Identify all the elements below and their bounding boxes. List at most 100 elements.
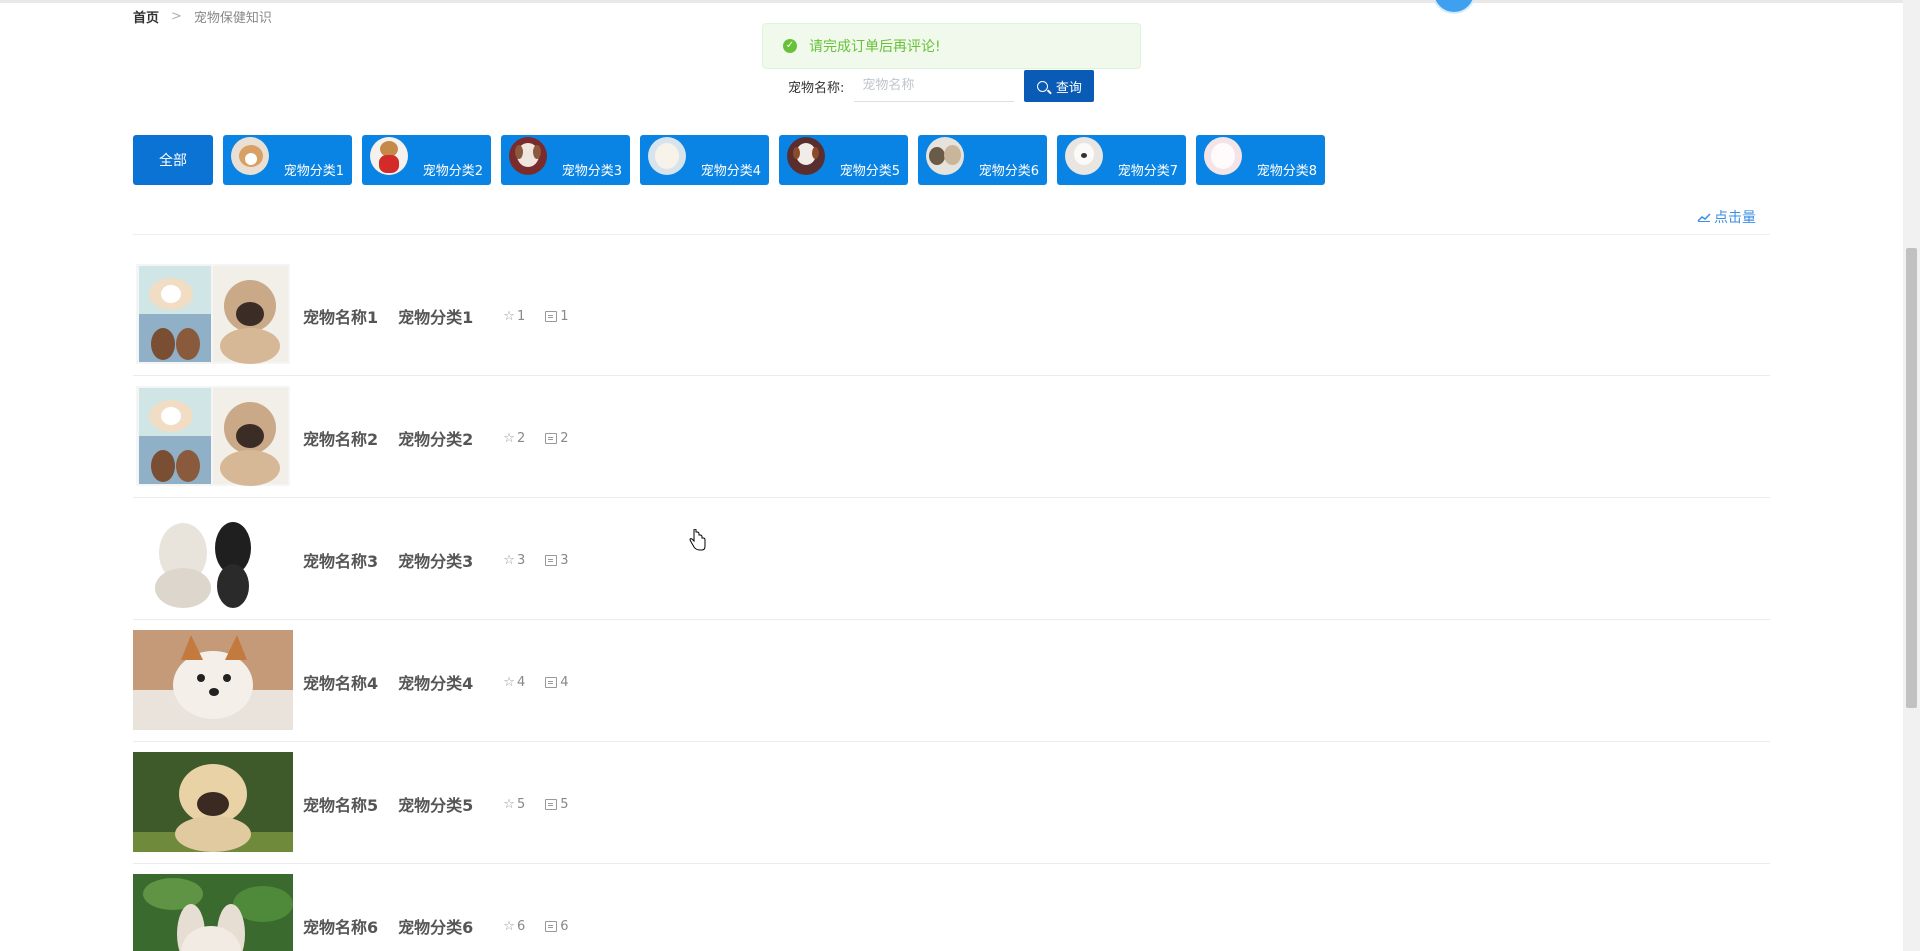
query-button-label: 查询 xyxy=(1055,80,1082,96)
category-button-1[interactable]: 宠物分类1 xyxy=(223,135,352,185)
vertical-scrollbar[interactable] xyxy=(1903,0,1920,951)
pet-name-search-input[interactable] xyxy=(854,70,1015,102)
star-icon: ☆ xyxy=(503,552,515,568)
category-button-2[interactable]: 宠物分类2 xyxy=(362,135,491,185)
pet-category: 宠物分类2 xyxy=(398,430,474,449)
pet-category: 宠物分类4 xyxy=(398,674,474,693)
scrollbar-thumb[interactable] xyxy=(1906,248,1917,708)
toast-message: 请完成订单后再评论! xyxy=(809,39,941,55)
item-stats: ☆ 2 2 xyxy=(503,431,568,446)
comment-count: 3 xyxy=(560,552,569,568)
comment-count: 5 xyxy=(560,796,569,812)
section-divider xyxy=(133,234,1770,235)
list-item[interactable]: 宠物名称5 宠物分类5 ☆ 5 5 xyxy=(133,742,1770,864)
category-thumbnail xyxy=(231,137,269,175)
pet-photo xyxy=(133,874,293,951)
search-bar: 宠物名称: 查询 xyxy=(788,70,1095,102)
header-border xyxy=(0,0,1920,3)
category-label: 宠物分类5 xyxy=(839,164,900,179)
check-circle-icon: ✓ xyxy=(783,39,797,53)
favorite-count: 3 xyxy=(516,552,526,568)
comment-icon xyxy=(545,798,558,810)
comment-icon xyxy=(545,310,558,322)
category-label: 宠物分类1 xyxy=(283,164,344,179)
favorite-count: 6 xyxy=(516,918,526,934)
search-icon xyxy=(1036,80,1048,92)
category-thumbnail xyxy=(509,137,547,175)
category-thumbnail xyxy=(1204,137,1242,175)
pet-name[interactable]: 宠物名称3 xyxy=(303,548,378,572)
favorite-count: 2 xyxy=(516,430,526,446)
pet-name[interactable]: 宠物名称6 xyxy=(303,914,378,938)
comment-icon xyxy=(545,676,558,688)
category-all-button[interactable]: 全部 xyxy=(133,135,213,185)
sort-by-clicks-link[interactable]: 点击量 xyxy=(1697,207,1756,227)
comment-count: 2 xyxy=(560,430,569,446)
item-stats: ☆ 3 3 xyxy=(503,553,568,568)
category-button-8[interactable]: 宠物分类8 xyxy=(1196,135,1325,185)
list-item[interactable]: 宠物名称2 宠物分类2 ☆ 2 2 xyxy=(133,376,1770,498)
category-label: 宠物分类3 xyxy=(561,164,622,179)
pet-category: 宠物分类3 xyxy=(398,552,474,571)
search-label: 宠物名称: xyxy=(788,80,845,96)
comment-count: 4 xyxy=(560,674,569,690)
category-filter-bar: 全部 宠物分类1 宠物分类2 宠物分类3 宠物分类4 宠物分类5 宠物分类6 宠… xyxy=(133,135,1335,185)
page: 首页 > 宠物保健知识 ✓ 请完成订单后再评论! 宠物名称: 查询 全部 宠物分… xyxy=(0,0,1920,951)
item-stats: ☆ 6 6 xyxy=(503,919,568,934)
pet-photo xyxy=(133,264,293,364)
category-label: 宠物分类4 xyxy=(700,164,761,179)
pet-photo xyxy=(133,386,293,486)
comment-count: 6 xyxy=(560,918,569,934)
pet-knowledge-list: 宠物名称1 宠物分类1 ☆ 1 1 宠物名称2 宠物分类2 ☆ 2 2 宠物名称… xyxy=(133,254,1770,951)
list-item[interactable]: 宠物名称3 宠物分类3 ☆ 3 3 xyxy=(133,498,1770,620)
category-all-label: 全部 xyxy=(159,153,187,169)
list-item-text: 宠物名称3 宠物分类3 ☆ 3 3 xyxy=(303,548,569,572)
category-thumbnail xyxy=(1065,137,1103,175)
star-icon: ☆ xyxy=(503,796,515,812)
list-item[interactable]: 宠物名称4 宠物分类4 ☆ 4 4 xyxy=(133,620,1770,742)
success-toast: ✓ 请完成订单后再评论! xyxy=(762,23,1141,69)
breadcrumb-home-link[interactable]: 首页 xyxy=(133,7,159,26)
list-item[interactable]: 宠物名称1 宠物分类1 ☆ 1 1 xyxy=(133,254,1770,376)
category-thumbnail xyxy=(787,137,825,175)
category-label: 宠物分类6 xyxy=(978,164,1039,179)
comment-icon xyxy=(545,920,558,932)
comment-icon xyxy=(545,554,558,566)
category-button-5[interactable]: 宠物分类5 xyxy=(779,135,908,185)
category-thumbnail xyxy=(926,137,964,175)
category-button-4[interactable]: 宠物分类4 xyxy=(640,135,769,185)
pet-name[interactable]: 宠物名称1 xyxy=(303,304,378,328)
favorite-count: 1 xyxy=(516,308,526,324)
category-label: 宠物分类7 xyxy=(1117,164,1178,179)
user-avatar[interactable] xyxy=(1432,0,1476,14)
comment-count: 1 xyxy=(560,308,569,324)
breadcrumb-separator: > xyxy=(171,9,182,24)
pet-category: 宠物分类1 xyxy=(398,308,474,327)
category-thumbnail xyxy=(648,137,686,175)
category-button-3[interactable]: 宠物分类3 xyxy=(501,135,630,185)
category-button-7[interactable]: 宠物分类7 xyxy=(1057,135,1186,185)
pet-name[interactable]: 宠物名称2 xyxy=(303,426,378,450)
trend-chart-icon xyxy=(1697,213,1711,222)
query-button[interactable]: 查询 xyxy=(1024,70,1095,102)
star-icon: ☆ xyxy=(503,918,515,934)
pet-photo xyxy=(133,630,293,730)
favorite-count: 5 xyxy=(516,796,526,812)
list-item-text: 宠物名称6 宠物分类6 ☆ 6 6 xyxy=(303,914,569,938)
comment-icon xyxy=(545,432,558,444)
category-label: 宠物分类8 xyxy=(1256,164,1317,179)
pet-photo xyxy=(133,508,293,608)
pet-photo xyxy=(133,752,293,852)
list-item-text: 宠物名称2 宠物分类2 ☆ 2 2 xyxy=(303,426,569,450)
item-stats: ☆ 4 4 xyxy=(503,675,568,690)
pet-category: 宠物分类6 xyxy=(398,918,474,937)
pet-name[interactable]: 宠物名称5 xyxy=(303,792,378,816)
list-item-text: 宠物名称4 宠物分类4 ☆ 4 4 xyxy=(303,670,569,694)
item-stats: ☆ 1 1 xyxy=(503,309,568,324)
category-button-6[interactable]: 宠物分类6 xyxy=(918,135,1047,185)
list-item-text: 宠物名称1 宠物分类1 ☆ 1 1 xyxy=(303,304,569,328)
pet-name[interactable]: 宠物名称4 xyxy=(303,670,378,694)
star-icon: ☆ xyxy=(503,430,515,446)
list-item[interactable]: 宠物名称6 宠物分类6 ☆ 6 6 xyxy=(133,864,1770,951)
star-icon: ☆ xyxy=(503,674,515,690)
